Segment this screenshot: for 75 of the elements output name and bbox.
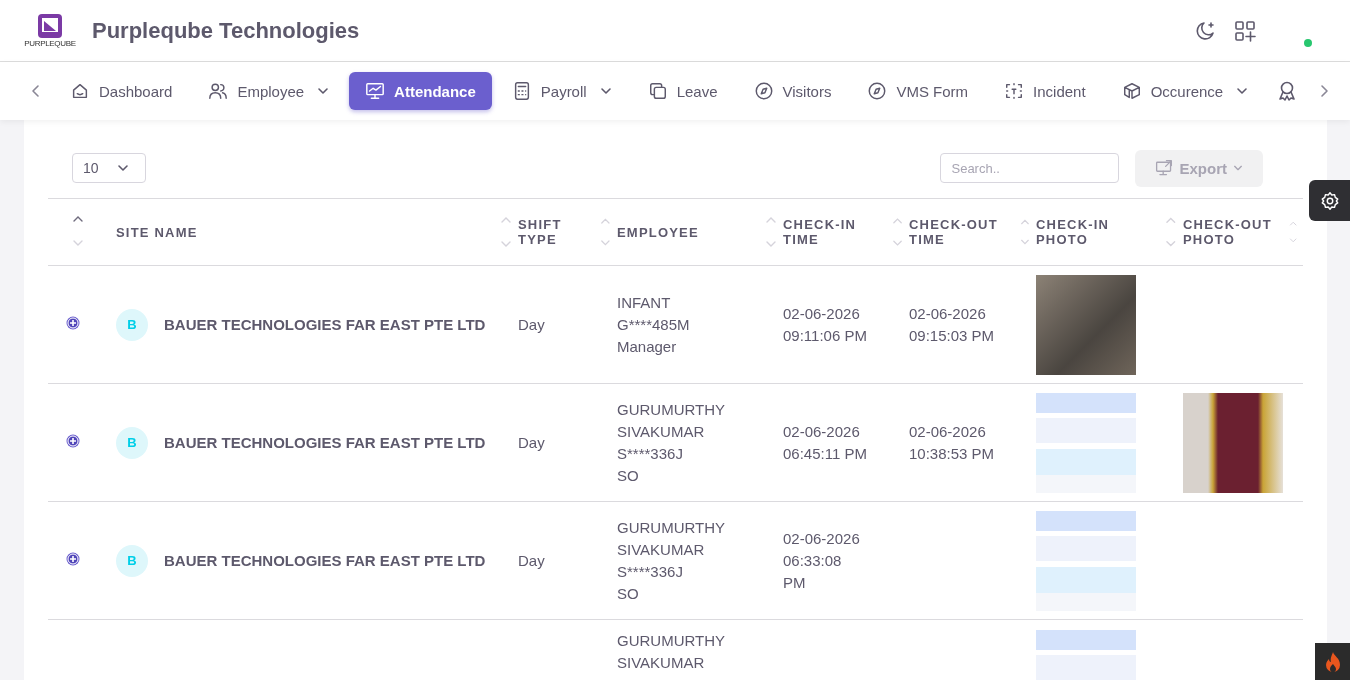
monitor-icon: [365, 81, 386, 101]
check-in-time: 06:45:11 PM: [783, 443, 868, 464]
nav-tab[interactable]: Visitors: [737, 72, 848, 110]
users-icon: [208, 81, 229, 101]
expand-icon[interactable]: [66, 552, 80, 566]
logo-text: PURPLEQUBE: [24, 39, 76, 48]
employee-text: SIVAKUMAR: [617, 653, 706, 673]
nav-tab[interactable]: Incident: [988, 72, 1102, 110]
chevron-right-icon[interactable]: [1318, 83, 1330, 99]
check-in-time: 02-06-2026: [783, 303, 861, 324]
column-header: CHECK-IN TIME: [783, 217, 858, 247]
column-header: CHECK-OUT TIME: [909, 217, 999, 247]
employee-text: GURUMURTHY: [617, 399, 727, 420]
logo-icon: [37, 13, 63, 39]
employee-text: S****336J: [617, 443, 684, 464]
check-in-time: 09:11:06 PM: [783, 325, 868, 346]
check-in-time: PM: [783, 572, 807, 593]
avatar: B: [116, 544, 148, 577]
focus-icon: [1004, 81, 1025, 101]
column-header: CHECK-IN PHOTO: [1036, 217, 1111, 247]
column-header: EMPLOYEE: [617, 224, 699, 240]
employee-text: S****336J: [617, 561, 684, 582]
employee-text: SO: [617, 465, 640, 486]
column-header: SITE NAME: [116, 224, 198, 240]
site-name: BAUER TECHNOLOGIES FAR EAST PTE LTD: [164, 316, 486, 333]
check-in-time: 06:33:08: [783, 550, 843, 571]
employee-text: SIVAKUMAR: [617, 539, 706, 560]
site-name: BAUER TECHNOLOGIES FAR EAST PTE LTD: [164, 552, 486, 569]
box-icon: [1121, 81, 1142, 101]
flame-icon: [1323, 650, 1342, 673]
monitor-icon: [1155, 159, 1174, 177]
flame-button[interactable]: [1315, 643, 1350, 680]
shift-type: Day: [518, 434, 545, 451]
expand-icon[interactable]: [66, 434, 80, 448]
check-out-time: 09:15:03 PM: [909, 325, 996, 346]
nav-tab[interactable]: Occurence: [1105, 72, 1265, 110]
nav-tab[interactable]: Dashboard: [54, 72, 189, 110]
avatar: B: [116, 426, 148, 459]
copy-icon: [647, 81, 668, 101]
nav-tab[interactable]: Attendance: [349, 72, 492, 110]
settings-icon: [1319, 190, 1340, 211]
nav-tab[interactable]: Leave: [631, 72, 734, 110]
check-in-time: 02-06-2026: [783, 421, 861, 442]
employee-text: GURUMURTHY: [617, 631, 727, 651]
compass-icon: [753, 81, 774, 101]
check-out-time: 02-06-2026: [909, 303, 987, 324]
expand-icon[interactable]: [66, 316, 80, 330]
shift-type: Day: [518, 552, 545, 569]
employee-text: GURUMURTHY: [617, 517, 727, 538]
check-in-time: 02-06-2026: [783, 528, 861, 549]
page-size-select[interactable]: 10: [72, 153, 146, 183]
employee-text: INFANT: [617, 292, 672, 313]
chevron-down-icon: [1233, 163, 1243, 173]
site-name: BAUER TECHNOLOGIES FAR EAST PTE LTD: [164, 434, 486, 451]
column-header: SHIFT TYPE: [518, 217, 563, 247]
check-out-time: 02-06-2026: [909, 421, 987, 442]
nav-tab[interactable]: Payroll: [495, 72, 628, 110]
settings-button[interactable]: [1309, 180, 1350, 221]
nav-tab[interactable]: VMS Form: [851, 72, 985, 110]
shift-type: Day: [518, 316, 545, 333]
check-out-time: 10:38:53 PM: [909, 443, 996, 464]
employee-text: G****485M: [617, 314, 691, 335]
employee-text: SO: [617, 583, 640, 604]
nav-tab[interactable]: Employee: [192, 72, 346, 110]
compass-icon: [867, 81, 888, 101]
employee-text: SIVAKUMAR: [617, 421, 706, 442]
company-title: Purpleqube Technologies: [92, 17, 360, 44]
employee-text: Manager: [617, 336, 678, 357]
home-icon: [70, 81, 90, 101]
chevron-left-icon[interactable]: [30, 83, 42, 99]
search-field[interactable]: Search..: [940, 153, 1120, 183]
column-header: CHECK-OUT PHOTO: [1183, 217, 1273, 247]
add-app-icon[interactable]: [1234, 19, 1256, 42]
avatar: B: [116, 308, 148, 341]
chevron-down-icon: [116, 162, 129, 174]
